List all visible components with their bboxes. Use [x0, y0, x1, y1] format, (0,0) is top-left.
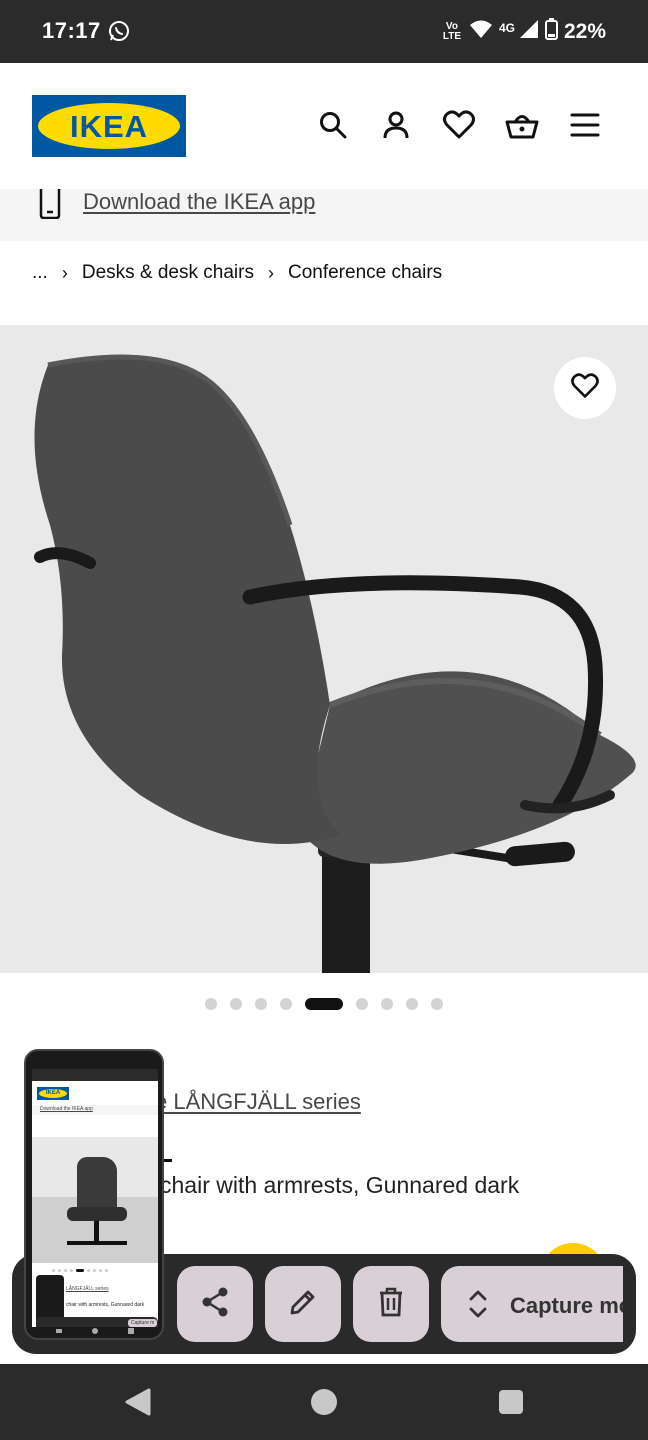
expand-vertical-icon — [467, 1287, 489, 1326]
thumbnail-capture-label: Capture m — [128, 1319, 158, 1327]
breadcrumb-ellipsis[interactable]: ... — [32, 262, 48, 284]
carousel-dot[interactable] — [356, 998, 368, 1010]
chevron-right-icon: › — [61, 262, 68, 283]
screenshot-thumbnail[interactable]: IKEA Download the IKEA app LÅNGFJÄLL ser… — [24, 1049, 164, 1340]
trash-icon — [377, 1287, 405, 1322]
chevron-right-icon: › — [267, 262, 274, 283]
carousel-dot-active[interactable] — [305, 998, 343, 1010]
carousel-dot[interactable] — [280, 998, 292, 1010]
carousel-dot[interactable] — [230, 998, 242, 1010]
product-image[interactable] — [0, 325, 648, 973]
product-description: chair with armrests, Gunnared dark — [160, 1172, 520, 1198]
battery-percent: 22% — [563, 19, 606, 43]
carousel-dot[interactable] — [431, 998, 443, 1010]
app-download-banner: Download the IKEA app — [0, 189, 648, 241]
carousel-dot[interactable] — [381, 998, 393, 1010]
thumbnail-description: chair with armrests, Gunnared dark — [66, 1302, 145, 1308]
logo-text: IKEA — [70, 109, 148, 144]
thumbnail-banner-link: Download the IKEA app — [40, 1106, 93, 1112]
wifi-icon — [469, 19, 493, 44]
favorite-button[interactable] — [554, 357, 616, 419]
capture-more-button[interactable]: Capture mo — [441, 1266, 623, 1342]
site-header: IKEA — [0, 63, 648, 189]
pencil-icon — [288, 1287, 318, 1322]
status-icons: Vo LTE 4G 22% — [441, 18, 606, 45]
back-button[interactable] — [120, 1384, 156, 1420]
basket-icon[interactable] — [505, 108, 539, 142]
series-link[interactable]: e LÅNGFJÄLL series — [155, 1089, 361, 1115]
carousel-dot[interactable] — [255, 998, 267, 1010]
breadcrumb-desks[interactable]: Desks & desk chairs — [82, 262, 254, 284]
carousel-dots — [0, 996, 648, 1012]
share-button[interactable] — [177, 1266, 253, 1342]
menu-icon[interactable] — [568, 108, 602, 142]
carousel-dot[interactable] — [205, 998, 217, 1010]
thumbnail-screen: IKEA Download the IKEA app LÅNGFJÄLL ser… — [32, 1069, 158, 1327]
delete-button[interactable] — [353, 1266, 429, 1342]
recents-button[interactable] — [493, 1384, 529, 1420]
ikea-logo[interactable]: IKEA — [32, 95, 186, 157]
heart-icon[interactable] — [442, 108, 476, 142]
battery-icon — [544, 18, 558, 45]
phone-icon — [38, 189, 62, 224]
download-app-link[interactable]: Download the IKEA app — [83, 189, 315, 215]
heart-icon — [571, 372, 599, 404]
whatsapp-icon — [108, 20, 130, 42]
edit-button[interactable] — [265, 1266, 341, 1342]
home-button[interactable] — [306, 1384, 342, 1420]
capture-more-label: Capture mo — [510, 1293, 623, 1318]
thumbnail-logo: IKEA — [39, 1089, 67, 1098]
share-icon — [199, 1286, 231, 1323]
search-icon[interactable] — [316, 108, 350, 142]
account-icon[interactable] — [379, 108, 413, 142]
thumbnail-series-link: LÅNGFJÄLL series — [66, 1286, 109, 1292]
network-type: 4G — [498, 20, 515, 35]
navigation-bar — [0, 1364, 648, 1440]
status-time: 17:17 — [42, 18, 101, 43]
volte-indicator: Vo LTE — [442, 20, 462, 42]
status-bar: 17:17 Vo LTE 4G 22% — [0, 0, 648, 63]
breadcrumb: ... › Desks & desk chairs › Conference c… — [32, 261, 442, 285]
breadcrumb-conference-chairs[interactable]: Conference chairs — [288, 262, 442, 284]
carousel-dot[interactable] — [406, 998, 418, 1010]
signal-icon — [519, 19, 539, 44]
